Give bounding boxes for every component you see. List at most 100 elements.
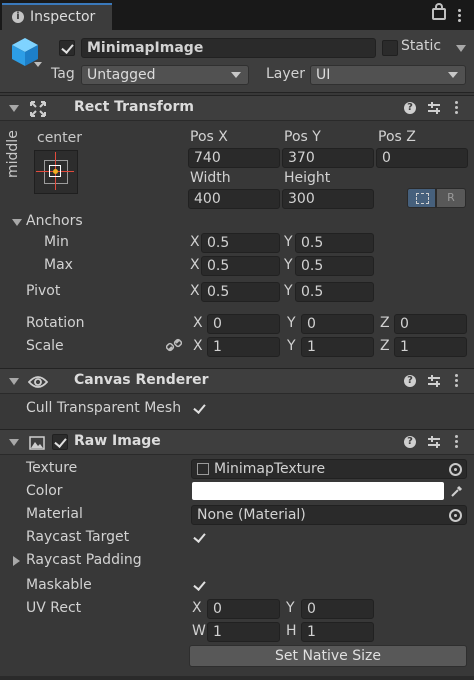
raycast-padding-label: Raycast Padding <box>26 552 142 568</box>
cull-transparent-mesh-label: Cull Transparent Mesh <box>26 400 182 416</box>
y-label: Y <box>284 234 293 250</box>
chevron-down-icon <box>231 72 241 78</box>
collapse-triangle-icon[interactable] <box>9 378 19 385</box>
width-input[interactable]: 400 <box>188 189 280 209</box>
x-label: X <box>190 283 200 299</box>
pos-x-input[interactable]: 740 <box>188 148 280 168</box>
uv-y-input[interactable]: 0 <box>301 599 374 619</box>
cull-transparent-mesh-checkbox[interactable] <box>192 401 208 417</box>
rotation-x-input[interactable]: 0 <box>207 314 280 334</box>
rect-transform-header[interactable]: Rect Transform ? <box>0 95 474 121</box>
height-label: Height <box>284 170 331 186</box>
eye-icon <box>28 376 48 388</box>
collapse-triangle-icon[interactable] <box>9 105 19 112</box>
anchors-label: Anchors <box>26 213 83 229</box>
link-icon[interactable] <box>166 338 182 352</box>
anchor-min-y-input[interactable]: 0.5 <box>295 233 374 253</box>
presets-icon[interactable] <box>428 375 440 387</box>
chevron-down-icon <box>448 72 458 78</box>
raw-image-enabled-checkbox[interactable] <box>52 434 68 450</box>
color-swatch[interactable] <box>192 482 444 500</box>
z-label: Z <box>380 315 390 331</box>
x-label: X <box>193 338 203 354</box>
static-dropdown-caret[interactable] <box>456 45 466 52</box>
scale-y-input[interactable]: 1 <box>301 337 374 357</box>
y-label: Y <box>287 338 296 354</box>
y-label: Y <box>287 315 296 331</box>
help-icon[interactable]: ? <box>404 375 416 387</box>
active-checkbox[interactable] <box>59 40 75 56</box>
blueprint-mode-icon <box>416 193 429 204</box>
uv-x-label: X <box>192 600 202 616</box>
kebab-menu-icon[interactable] <box>458 9 462 24</box>
object-picker-icon[interactable] <box>449 463 462 476</box>
color-label: Color <box>26 483 63 499</box>
anchor-max-y-input[interactable]: 0.5 <box>295 256 374 276</box>
uv-h-input[interactable]: 1 <box>301 622 374 642</box>
collapse-triangle-icon[interactable] <box>9 439 19 446</box>
x-label: X <box>193 315 203 331</box>
uv-w-input[interactable]: 1 <box>207 622 280 642</box>
x-label: X <box>190 257 200 273</box>
rotation-z-input[interactable]: 0 <box>394 314 467 334</box>
tag-value: Untagged <box>87 67 156 83</box>
tag-label: Tag <box>51 66 75 82</box>
kebab-menu-icon[interactable] <box>455 435 459 450</box>
component-title: Rect Transform <box>74 99 195 115</box>
set-native-size-button[interactable]: Set Native Size <box>189 645 467 667</box>
eyedropper-icon[interactable] <box>450 484 464 498</box>
tag-dropdown[interactable]: Untagged <box>81 65 249 85</box>
anchors-foldout-icon[interactable] <box>12 219 22 226</box>
bottom-divider <box>0 676 474 680</box>
anchor-min-x-input[interactable]: 0.5 <box>201 233 280 253</box>
raw-image-header[interactable]: Raw Image ? <box>0 429 474 455</box>
pivot-y-input[interactable]: 0.5 <box>295 282 374 302</box>
kebab-menu-icon[interactable] <box>455 101 459 116</box>
help-icon[interactable]: ? <box>404 102 416 114</box>
width-label: Width <box>190 170 231 186</box>
raw-edit-button[interactable]: R <box>436 188 466 208</box>
anchor-max-x-input[interactable]: 0.5 <box>201 256 280 276</box>
pivot-label: Pivot <box>26 283 61 299</box>
icon-dropdown-caret[interactable] <box>34 62 42 67</box>
anchor-presets-button[interactable] <box>34 150 78 194</box>
presets-icon[interactable] <box>428 102 440 114</box>
anchor-preset-h-label: center <box>37 130 83 146</box>
uv-x-input[interactable]: 0 <box>207 599 280 619</box>
tab-inspector[interactable]: i Inspector <box>2 3 112 30</box>
gameobject-name-input[interactable]: MinimapImage <box>81 38 376 58</box>
pos-y-input[interactable]: 370 <box>282 148 374 168</box>
object-picker-icon[interactable] <box>449 509 462 522</box>
window-tab-bar: i Inspector <box>0 0 474 30</box>
maskable-checkbox[interactable] <box>192 578 208 594</box>
component-title: Canvas Renderer <box>74 372 209 388</box>
height-input[interactable]: 300 <box>282 189 374 209</box>
pos-z-label: Pos Z <box>378 129 416 145</box>
presets-icon[interactable] <box>428 436 440 448</box>
maskable-label: Maskable <box>26 577 92 593</box>
kebab-menu-icon[interactable] <box>455 374 459 389</box>
tab-title: Inspector <box>30 9 96 25</box>
raycast-target-checkbox[interactable] <box>192 530 208 546</box>
blueprint-mode-button[interactable] <box>407 188 436 208</box>
canvas-renderer-header[interactable]: Canvas Renderer ? <box>0 368 474 394</box>
static-checkbox[interactable] <box>382 40 398 56</box>
material-value: None (Material) <box>197 507 306 523</box>
scale-x-input[interactable]: 1 <box>207 337 280 357</box>
texture-field[interactable]: MinimapTexture <box>191 459 467 479</box>
raycast-padding-foldout-icon[interactable] <box>13 556 20 566</box>
uv-y-label: Y <box>286 600 295 616</box>
rotation-y-input[interactable]: 0 <box>301 314 374 334</box>
help-icon[interactable]: ? <box>404 436 416 448</box>
pivot-x-input[interactable]: 0.5 <box>201 282 280 302</box>
uv-h-label: H <box>286 623 297 639</box>
layer-dropdown[interactable]: UI <box>310 65 466 85</box>
pos-x-label: Pos X <box>190 129 228 145</box>
material-field[interactable]: None (Material) <box>191 505 467 525</box>
layer-label: Layer <box>266 66 306 82</box>
texture-asset-icon <box>197 463 209 475</box>
scale-z-input[interactable]: 1 <box>394 337 467 357</box>
rotation-label: Rotation <box>26 315 85 331</box>
lock-icon[interactable] <box>432 3 446 20</box>
pos-z-input[interactable]: 0 <box>376 148 468 168</box>
